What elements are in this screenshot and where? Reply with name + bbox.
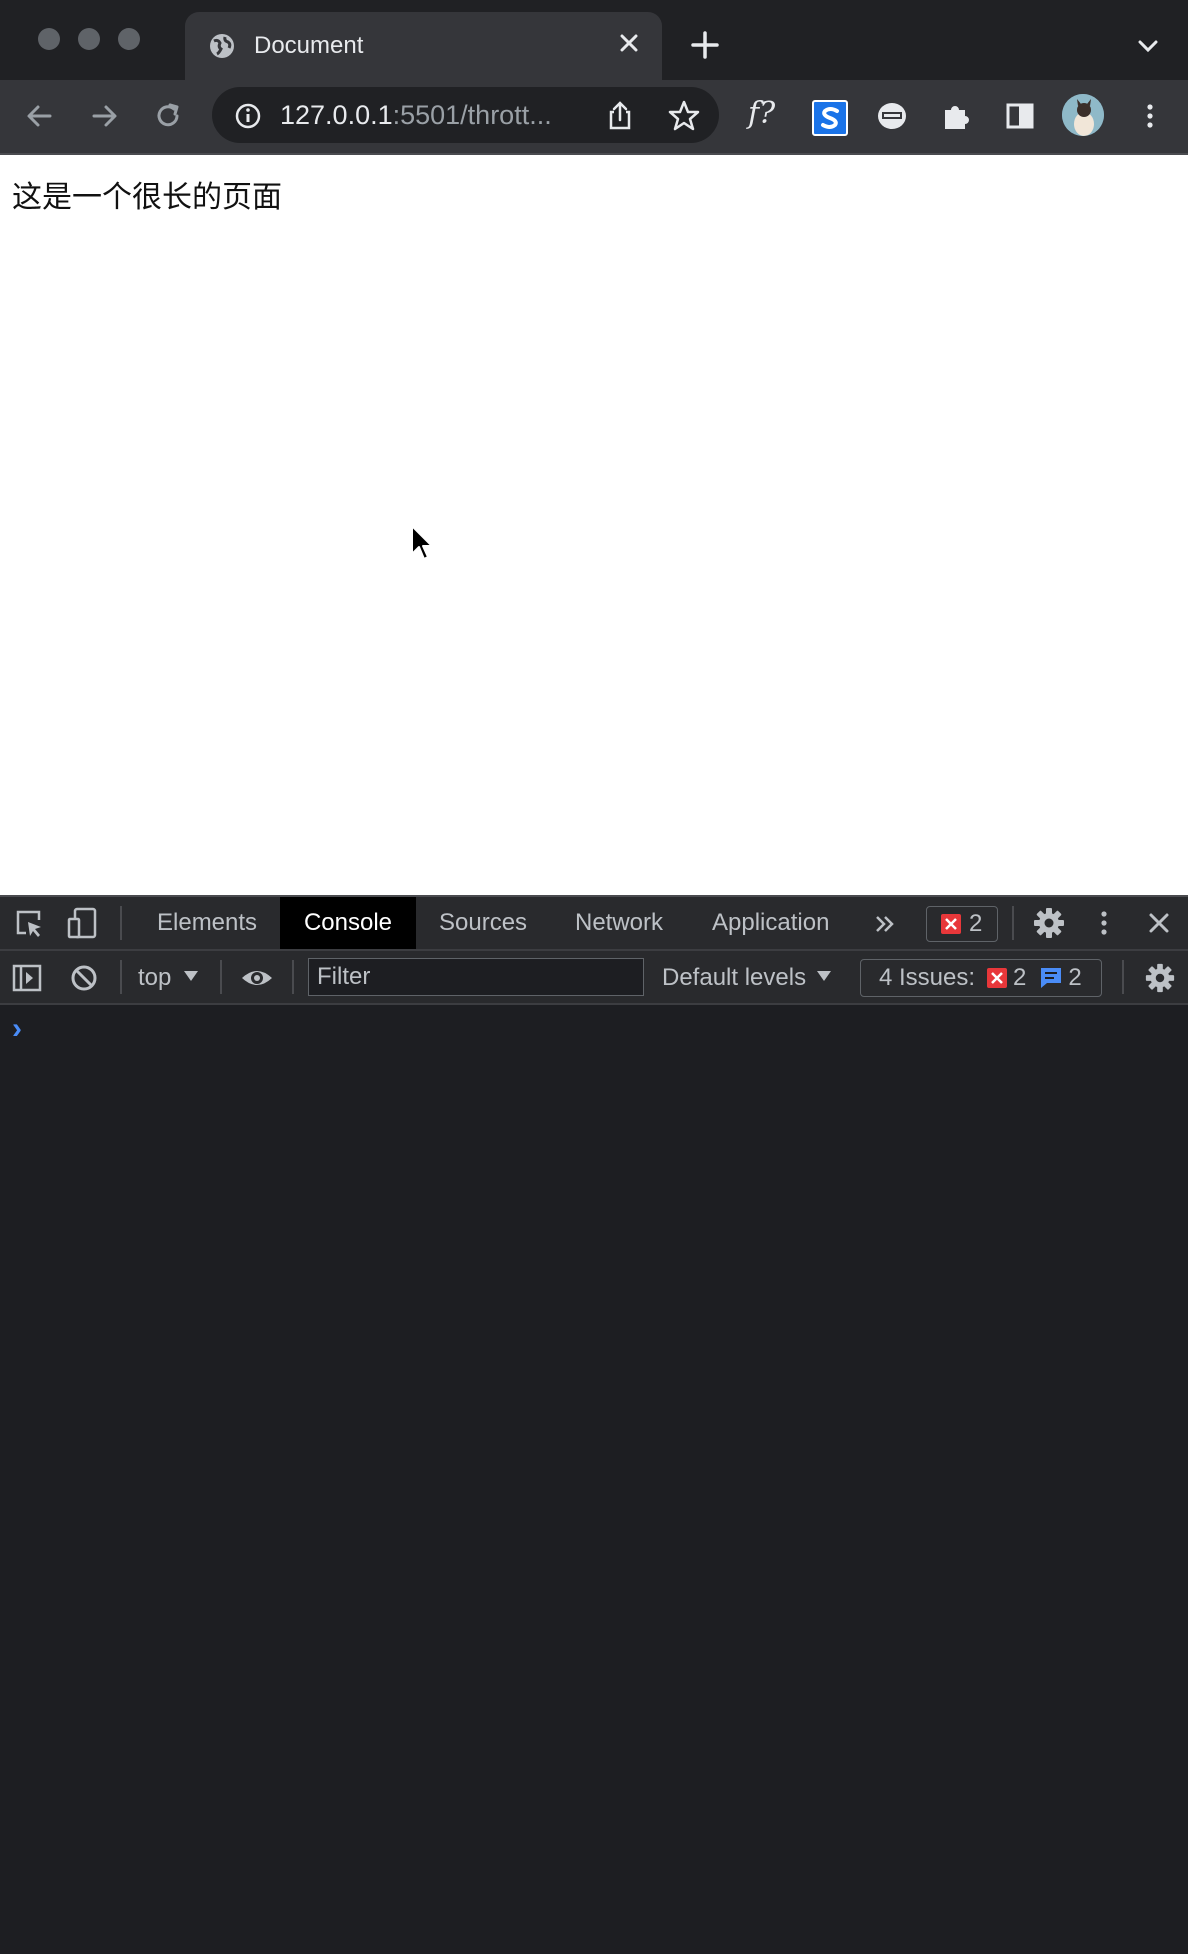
page-text: 这是一个很长的页面 — [12, 180, 282, 215]
toolbar-separator — [1122, 960, 1124, 994]
error-count-badge[interactable]: 2 — [926, 906, 998, 942]
reload-icon[interactable] — [150, 98, 186, 134]
console-prompt[interactable]: › — [12, 1012, 22, 1046]
toolbar-separator — [120, 960, 122, 994]
tab-title: Document — [254, 32, 364, 59]
profile-avatar[interactable] — [1062, 94, 1104, 136]
toolbar-separator — [292, 960, 294, 994]
forward-arrow-icon[interactable] — [86, 98, 122, 134]
inspect-element-icon[interactable] — [14, 908, 44, 938]
more-tabs-chevron-icon[interactable] — [873, 912, 897, 936]
dropdown-triangle-icon — [816, 969, 832, 987]
tab-application[interactable]: Application — [712, 897, 829, 949]
context-label: top — [138, 964, 172, 991]
issues-info-count: 2 — [1068, 964, 1082, 991]
site-info-icon[interactable] — [234, 102, 262, 130]
url-text[interactable]: 127.0.0.1:5501/thrott... — [280, 100, 552, 131]
issues-label: 4 Issues: — [879, 964, 976, 991]
context-selector[interactable]: top — [138, 962, 199, 994]
tab-network[interactable]: Network — [575, 897, 663, 949]
bookmark-star-icon[interactable] — [666, 98, 702, 134]
back-arrow-icon[interactable] — [22, 98, 58, 134]
share-icon[interactable] — [602, 98, 638, 134]
dropdown-triangle-icon — [183, 969, 199, 987]
issues-error-count: 2 — [1013, 964, 1027, 991]
browser-menu-icon[interactable] — [1142, 98, 1158, 134]
filter-input[interactable] — [308, 958, 644, 996]
devtools-menu-icon[interactable] — [1096, 906, 1112, 940]
tab-console[interactable]: Console — [280, 897, 416, 949]
sidebar-toggle-icon[interactable] — [12, 964, 42, 992]
error-icon — [987, 968, 1008, 988]
device-toolbar-icon[interactable] — [66, 906, 98, 940]
extension-f-icon[interactable]: f? — [748, 96, 775, 131]
toolbar-separator — [220, 960, 222, 994]
toolbar-separator — [1012, 906, 1014, 940]
console-settings-gear-icon[interactable] — [1144, 962, 1176, 994]
tab-elements[interactable]: Elements — [157, 897, 257, 949]
window-zoom-dot[interactable] — [118, 28, 140, 50]
globe-icon — [208, 32, 236, 60]
console-output[interactable] — [0, 1005, 1188, 1954]
extension-s-icon[interactable] — [812, 100, 848, 136]
error-count: 2 — [969, 910, 983, 937]
log-levels-dropdown[interactable]: Default levels — [662, 962, 832, 994]
tab-sources[interactable]: Sources — [439, 897, 527, 949]
window-minimize-dot[interactable] — [78, 28, 100, 50]
devtools-close-icon[interactable] — [1146, 910, 1172, 936]
settings-gear-icon[interactable] — [1032, 906, 1066, 940]
url-host: 127.0.0.1 — [280, 100, 393, 130]
issues-button[interactable]: 4 Issues: 2 2 — [860, 959, 1102, 997]
mouse-cursor-icon — [410, 524, 434, 564]
error-icon — [941, 914, 961, 934]
toolbar-separator — [120, 906, 122, 940]
extensions-puzzle-icon[interactable] — [938, 98, 974, 134]
new-tab-icon[interactable] — [688, 28, 722, 62]
clear-console-icon[interactable] — [70, 964, 98, 992]
side-panel-icon[interactable] — [1002, 98, 1038, 134]
log-levels-label: Default levels — [662, 964, 807, 991]
tab-close-icon[interactable] — [614, 28, 644, 58]
tab-search-chevron-icon[interactable] — [1133, 34, 1163, 58]
live-expression-eye-icon[interactable] — [240, 964, 274, 992]
url-path: :5501/thrott... — [392, 100, 552, 130]
window-close-dot[interactable] — [38, 28, 60, 50]
page-viewport[interactable] — [0, 155, 1188, 895]
extension-npm-icon[interactable] — [876, 100, 908, 132]
info-message-icon — [1040, 967, 1062, 989]
